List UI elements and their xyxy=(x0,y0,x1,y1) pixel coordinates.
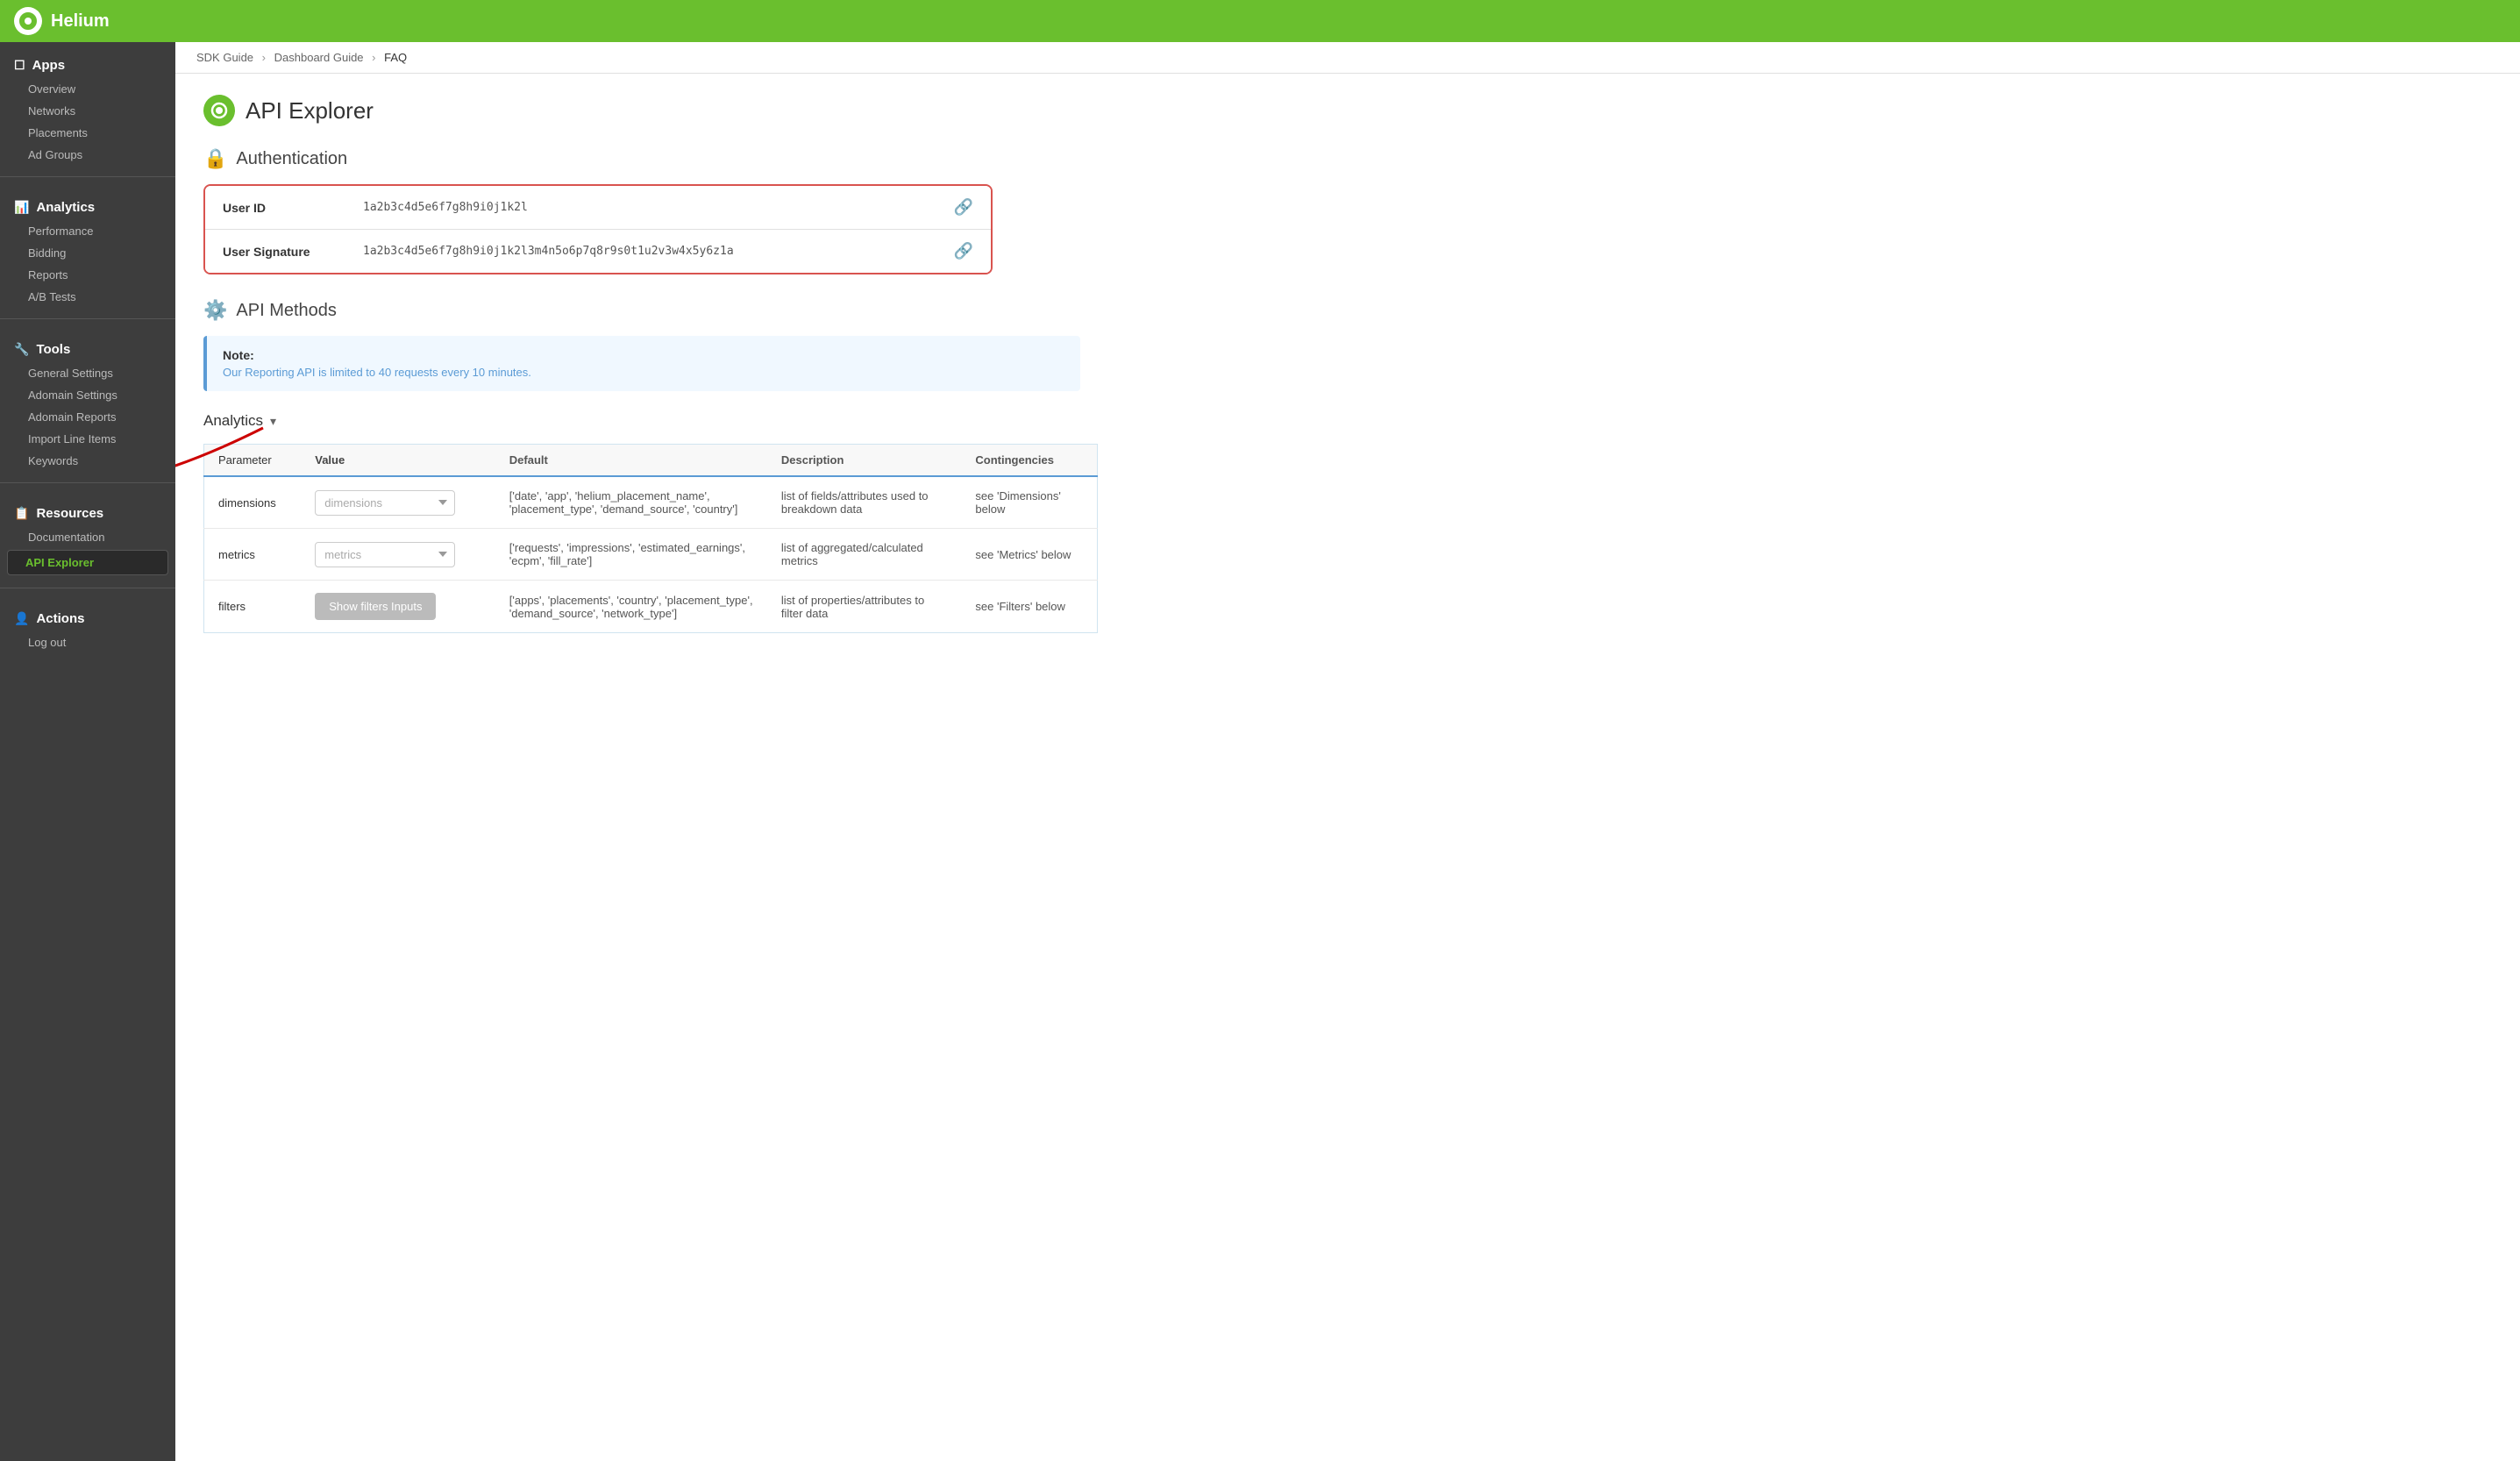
note-title: Note: xyxy=(223,348,1064,362)
auth-section-title: 🔒 Authentication xyxy=(203,147,2492,170)
sidebar-item-import-line-items[interactable]: Import Line Items xyxy=(0,428,175,450)
sidebar-item-placements[interactable]: Placements xyxy=(0,122,175,144)
sidebar-section-resources: 📋 Resources Documentation API Explorer xyxy=(0,490,175,581)
sidebar-section-label-resources: Resources xyxy=(36,506,103,521)
gear-icon: ⚙️ xyxy=(203,299,227,322)
sidebar-item-adomain-settings[interactable]: Adomain Settings xyxy=(0,384,175,406)
logo-text: Helium xyxy=(51,11,110,32)
sidebar-section-label-tools: Tools xyxy=(36,342,70,357)
sidebar-section-title-tools[interactable]: 🔧 Tools xyxy=(0,337,175,362)
value-filters[interactable]: Show filters Inputs xyxy=(301,581,495,633)
sidebar-section-title-resources[interactable]: 📋 Resources xyxy=(0,501,175,526)
topbar: Helium xyxy=(0,0,2520,42)
sidebar-section-title-apps[interactable]: ☐ Apps xyxy=(0,53,175,78)
api-methods-title-text: API Methods xyxy=(236,301,337,321)
sidebar-section-label-apps: Apps xyxy=(32,58,66,73)
sidebar-item-keywords[interactable]: Keywords xyxy=(0,450,175,472)
conting-dimensions: see 'Dimensions' below xyxy=(961,476,1097,529)
desc-filters: list of properties/attributes to filter … xyxy=(767,581,962,633)
sidebar-item-networks[interactable]: Networks xyxy=(0,100,175,122)
col-value: Value xyxy=(301,445,495,477)
resources-icon: 📋 xyxy=(14,506,29,521)
api-table: Parameter Value Default Description Cont… xyxy=(203,444,1098,633)
main-layout: ☐ Apps Overview Networks Placements Ad G… xyxy=(0,42,2520,1461)
user-id-value: 1a2b3c4d5e6f7g8h9i0j1k2l xyxy=(363,201,954,214)
user-signature-value: 1a2b3c4d5e6f7g8h9i0j1k2l3m4n5o6p7q8r9s0t… xyxy=(363,245,954,258)
sidebar-item-documentation[interactable]: Documentation xyxy=(0,526,175,548)
sidebar-section-label-actions: Actions xyxy=(36,611,84,626)
tools-icon: 🔧 xyxy=(14,342,29,357)
user-signature-label: User Signature xyxy=(223,245,363,259)
sidebar-section-title-analytics[interactable]: 📊 Analytics xyxy=(0,195,175,220)
show-filters-button[interactable]: Show filters Inputs xyxy=(315,593,436,620)
metrics-select[interactable]: metrics xyxy=(315,542,455,567)
apps-icon: ☐ xyxy=(14,58,25,73)
value-metrics[interactable]: metrics xyxy=(301,529,495,581)
sidebar-item-logout[interactable]: Log out xyxy=(0,631,175,653)
dimensions-select[interactable]: dimensions xyxy=(315,490,455,516)
content-area: API Explorer 🔒 Authentication User ID 1a… xyxy=(175,74,2520,1461)
actions-icon: 👤 xyxy=(14,611,29,626)
conting-metrics: see 'Metrics' below xyxy=(961,529,1097,581)
page-title: API Explorer xyxy=(246,97,374,125)
user-id-row: User ID 1a2b3c4d5e6f7g8h9i0j1k2l 🔗 xyxy=(205,186,991,230)
lock-icon: 🔒 xyxy=(203,147,227,170)
sidebar-item-reports[interactable]: Reports xyxy=(0,264,175,286)
sidebar-section-label-analytics: Analytics xyxy=(36,200,95,215)
conting-filters: see 'Filters' below xyxy=(961,581,1097,633)
col-description: Description xyxy=(767,445,962,477)
sidebar-item-adomain-reports[interactable]: Adomain Reports xyxy=(0,406,175,428)
sidebar-section-analytics: 📊 Analytics Performance Bidding Reports … xyxy=(0,184,175,311)
sidebar-item-performance[interactable]: Performance xyxy=(0,220,175,242)
param-metrics: metrics xyxy=(204,529,302,581)
param-dimensions: dimensions xyxy=(204,476,302,529)
value-dimensions[interactable]: dimensions xyxy=(301,476,495,529)
desc-metrics: list of aggregated/calculated metrics xyxy=(767,529,962,581)
api-explorer-icon xyxy=(203,95,235,126)
sidebar-item-overview[interactable]: Overview xyxy=(0,78,175,100)
table-header-row: Parameter Value Default Description Cont… xyxy=(204,445,1098,477)
logo[interactable]: Helium xyxy=(14,7,110,35)
col-contingencies: Contingencies xyxy=(961,445,1097,477)
sidebar-section-tools: 🔧 Tools General Settings Adomain Setting… xyxy=(0,326,175,475)
analytics-toggle[interactable]: Analytics ▾ xyxy=(203,412,2492,430)
user-signature-row: User Signature 1a2b3c4d5e6f7g8h9i0j1k2l3… xyxy=(205,230,991,273)
table-row: metrics metrics ['requests', 'impression… xyxy=(204,529,1098,581)
sidebar-item-general-settings[interactable]: General Settings xyxy=(0,362,175,384)
sidebar: ☐ Apps Overview Networks Placements Ad G… xyxy=(0,42,175,1461)
breadcrumb-dashboard-guide[interactable]: Dashboard Guide xyxy=(274,51,364,64)
chevron-down-icon: ▾ xyxy=(270,414,276,429)
sidebar-item-bidding[interactable]: Bidding xyxy=(0,242,175,264)
breadcrumb-faq: FAQ xyxy=(384,51,407,64)
breadcrumb-sdk-guide[interactable]: SDK Guide xyxy=(196,51,253,64)
logo-icon xyxy=(14,7,42,35)
sidebar-item-abtests[interactable]: A/B Tests xyxy=(0,286,175,308)
auth-box: User ID 1a2b3c4d5e6f7g8h9i0j1k2l 🔗 User … xyxy=(203,184,993,274)
sidebar-section-title-actions[interactable]: 👤 Actions xyxy=(0,606,175,631)
sidebar-section-apps: ☐ Apps Overview Networks Placements Ad G… xyxy=(0,42,175,169)
table-row: filters Show filters Inputs ['apps', 'pl… xyxy=(204,581,1098,633)
sidebar-section-actions: 👤 Actions Log out xyxy=(0,595,175,657)
user-id-label: User ID xyxy=(223,201,363,215)
breadcrumb: SDK Guide › Dashboard Guide › FAQ xyxy=(175,42,2520,74)
col-parameter: Parameter xyxy=(204,445,302,477)
note-box: Note: Our Reporting API is limited to 40… xyxy=(203,336,1080,391)
default-metrics: ['requests', 'impressions', 'estimated_e… xyxy=(495,529,767,581)
user-id-link-icon[interactable]: 🔗 xyxy=(954,198,973,217)
sidebar-item-api-explorer[interactable]: API Explorer xyxy=(7,550,168,575)
sidebar-item-adgroups[interactable]: Ad Groups xyxy=(0,144,175,166)
param-filters: filters xyxy=(204,581,302,633)
analytics-icon: 📊 xyxy=(14,200,29,215)
desc-dimensions: list of fields/attributes used to breakd… xyxy=(767,476,962,529)
table-row: dimensions dimensions ['date', 'app', 'h… xyxy=(204,476,1098,529)
auth-title-text: Authentication xyxy=(236,149,347,169)
user-signature-link-icon[interactable]: 🔗 xyxy=(954,242,973,260)
page-header: API Explorer xyxy=(203,95,2492,126)
analytics-toggle-label: Analytics xyxy=(203,412,263,430)
default-dimensions: ['date', 'app', 'helium_placement_name',… xyxy=(495,476,767,529)
default-filters: ['apps', 'placements', 'country', 'place… xyxy=(495,581,767,633)
note-body: Our Reporting API is limited to 40 reque… xyxy=(223,366,1064,379)
col-default: Default xyxy=(495,445,767,477)
api-methods-section-title: ⚙️ API Methods xyxy=(203,299,2492,322)
